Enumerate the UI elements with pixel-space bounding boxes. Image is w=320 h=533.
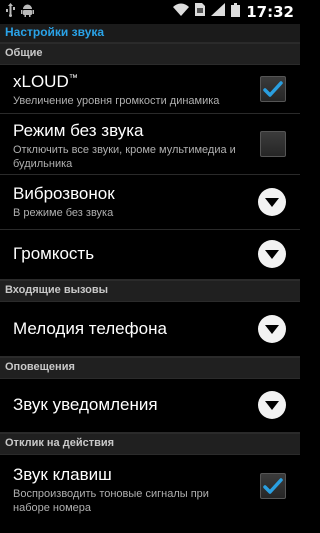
- notification-sound-dropdown-button[interactable]: [258, 391, 286, 419]
- setting-title: Режим без звука: [13, 121, 144, 140]
- setting-ringtone[interactable]: Мелодия телефона: [0, 302, 300, 357]
- signal-icon: [211, 3, 226, 21]
- section-header-general: Общие: [0, 43, 300, 65]
- status-bar: 17:32: [0, 0, 300, 24]
- page-title: Настройки звука: [5, 25, 105, 39]
- chevron-down-icon: [265, 249, 279, 259]
- vibrate-dropdown-button[interactable]: [258, 188, 286, 216]
- setting-title: Виброзвонок: [13, 184, 115, 203]
- setting-xloud[interactable]: xLOUD™ Увеличение уровня громкости динам…: [0, 65, 300, 114]
- volume-dropdown-button[interactable]: [258, 240, 286, 268]
- setting-title: Мелодия телефона: [13, 319, 167, 338]
- chevron-down-icon: [265, 400, 279, 410]
- setting-touch-tones[interactable]: Звук клавиш Воспроизводить тоновые сигна…: [0, 455, 300, 527]
- setting-title: Громкость: [13, 244, 95, 263]
- ringtone-dropdown-button[interactable]: [258, 315, 286, 343]
- setting-summary: Воспроизводить тоновые сигналы при набор…: [13, 488, 209, 514]
- section-header-notifications: Оповещения: [0, 357, 300, 379]
- sim-icon: [195, 3, 206, 21]
- setting-summary: Отключить все звуки, кроме мультимедиа и…: [13, 144, 236, 170]
- setting-summary: В режиме без звука: [13, 207, 114, 219]
- silent-mode-checkbox[interactable]: [260, 131, 286, 157]
- wifi-icon: [173, 3, 190, 21]
- usb-icon: [6, 2, 15, 22]
- section-header-incoming-calls: Входящие вызовы: [0, 280, 300, 302]
- chevron-down-icon: [265, 197, 279, 207]
- setting-summary: Увеличение уровня громкости динамика: [13, 95, 220, 107]
- battery-icon: [231, 2, 241, 22]
- chevron-down-icon: [265, 324, 279, 334]
- setting-silent-mode[interactable]: Режим без звука Отключить все звуки, кро…: [0, 114, 300, 175]
- setting-title: Звук клавиш: [13, 465, 112, 484]
- status-time: 17:32: [246, 3, 294, 21]
- setting-title: Звук уведомления: [13, 395, 158, 414]
- settings-list: Общие xLOUD™ Увеличение уровня громкости…: [0, 43, 300, 527]
- section-header-feedback: Отклик на действия: [0, 433, 300, 455]
- setting-vibrate[interactable]: Виброзвонок В режиме без звука: [0, 175, 300, 230]
- android-debug-icon: [21, 3, 34, 22]
- title-bar: Настройки звука: [0, 24, 300, 43]
- touch-tones-checkbox[interactable]: [260, 473, 286, 499]
- xloud-checkbox[interactable]: [260, 76, 286, 102]
- checkmark-icon: [263, 81, 283, 97]
- setting-volume[interactable]: Громкость: [0, 230, 300, 280]
- setting-notification-sound[interactable]: Звук уведомления: [0, 379, 300, 433]
- checkmark-icon: [263, 478, 283, 494]
- setting-title: xLOUD™: [13, 72, 78, 91]
